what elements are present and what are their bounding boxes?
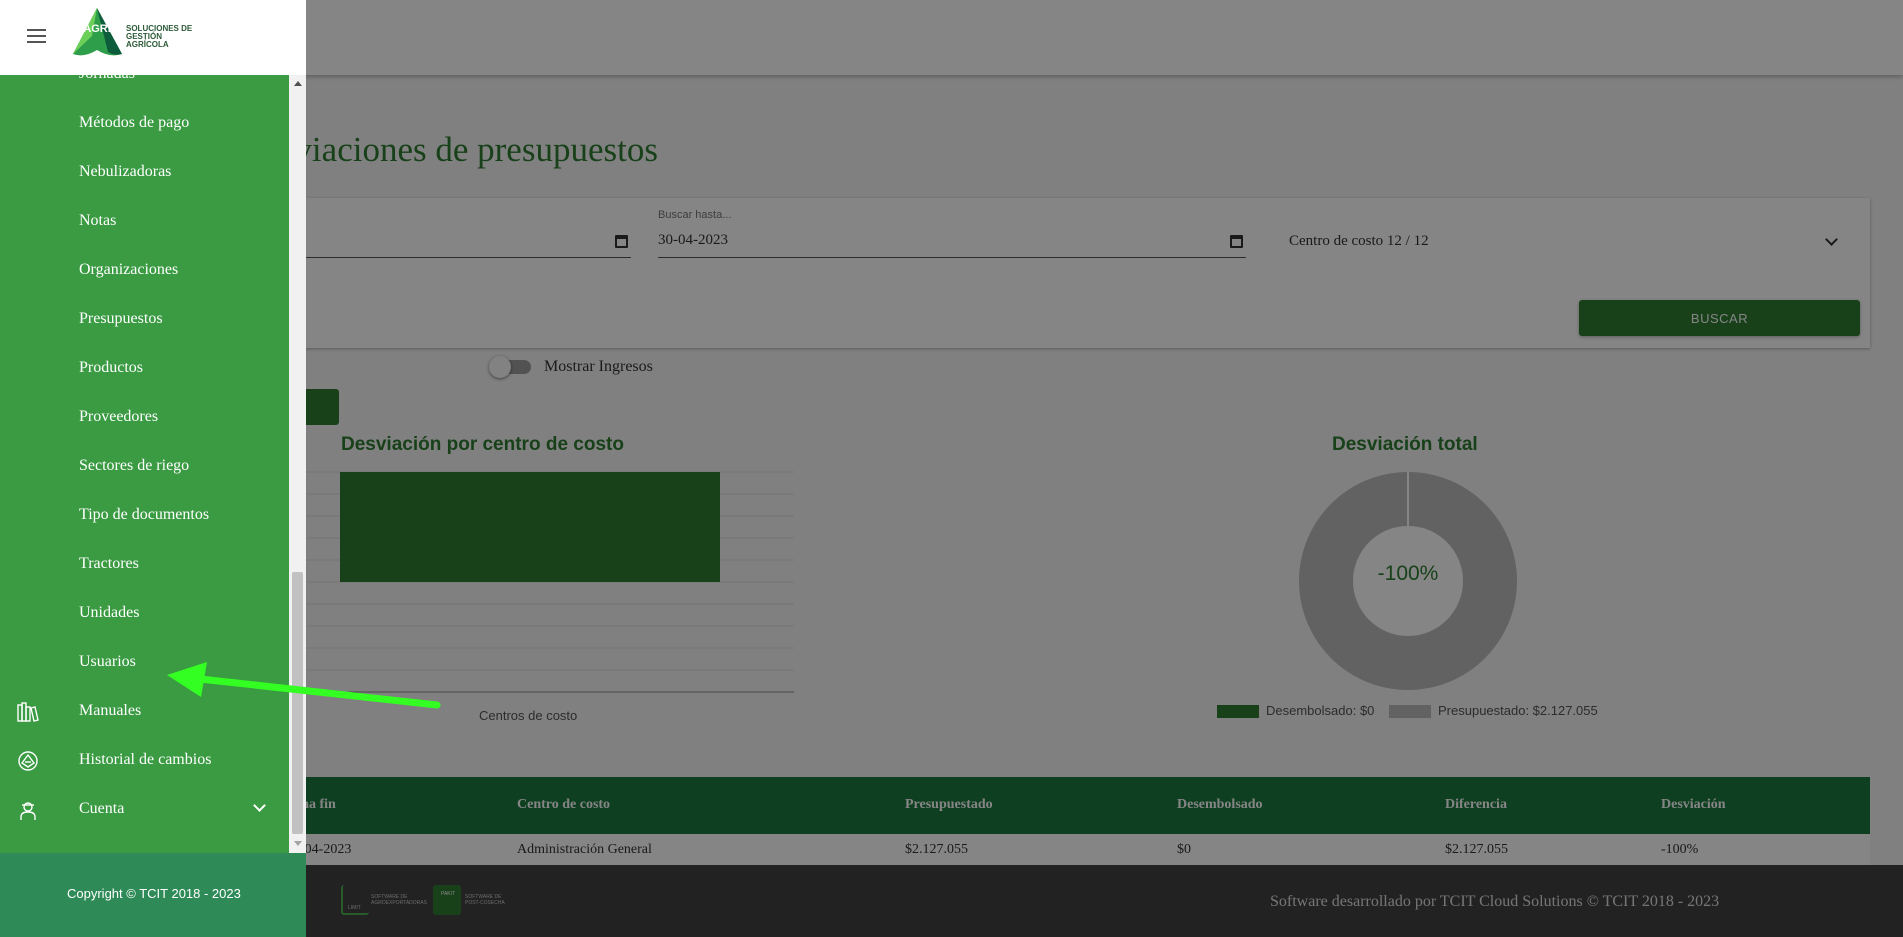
logo-mark-text: AGRI xyxy=(83,23,111,35)
sidebar-item-productos[interactable]: Productos xyxy=(0,345,289,394)
sidebar-item-unidades[interactable]: Unidades xyxy=(0,590,289,639)
sidebar-item-label: Unidades xyxy=(79,604,140,621)
sidebar-item-manuales[interactable]: Manuales xyxy=(0,688,289,737)
drawer-scrollbar[interactable] xyxy=(289,75,306,853)
sidebar-item-label: Proveedores xyxy=(79,408,159,425)
sidebar-item-label: Nebulizadoras xyxy=(79,163,172,180)
logo-text: SOLUCIONES DE GESTIÓN AGRÍCOLA xyxy=(126,24,193,49)
sidebar-item-usuarios[interactable]: Usuarios xyxy=(0,639,289,688)
drawer-copyright: Copyright © TCIT 2018 - 2023 xyxy=(67,886,241,901)
sidebar-item-presupuestos[interactable]: Presupuestos xyxy=(0,296,289,345)
agri-logo: AGRI xyxy=(73,8,122,56)
sidebar-item-historial-de-cambios[interactable]: Historial de cambios xyxy=(0,737,289,786)
sidebar-item-cuenta[interactable]: Cuenta xyxy=(0,786,289,835)
sidebar-item-label: Historial de cambios xyxy=(79,751,212,768)
sidebar-item-label: Usuarios xyxy=(79,653,136,670)
sidebar-item-tractores[interactable]: Tractores xyxy=(0,541,289,590)
sidebar-item-sectores-de-riego[interactable]: Sectores de riego xyxy=(0,443,289,492)
navigation-drawer: AGRI SOLUCIONES DE GESTIÓN AGRÍCOLA Jorn… xyxy=(0,0,306,937)
sidebar-item-label: Presupuestos xyxy=(79,310,163,327)
menu-icon[interactable] xyxy=(27,29,46,43)
sidebar-item-organizaciones[interactable]: Organizaciones xyxy=(0,247,289,296)
books-icon xyxy=(17,702,39,722)
sidebar-item-label: Cuenta xyxy=(79,800,125,817)
chevron-down-icon[interactable] xyxy=(253,799,266,812)
sidebar-item-jornadas[interactable]: Jornadas xyxy=(0,75,289,100)
drawer-footer: Copyright © TCIT 2018 - 2023 xyxy=(0,853,306,937)
sidebar-item-tipo-de-documentos[interactable]: Tipo de documentos xyxy=(0,492,289,541)
sidebar-item-label: Sectores de riego xyxy=(79,457,190,474)
drawer-menu: Jornadas Métodos de pago Nebulizadoras N… xyxy=(0,75,289,853)
scroll-thumb[interactable] xyxy=(292,572,303,834)
account-icon xyxy=(20,802,36,820)
drawer-header: AGRI SOLUCIONES DE GESTIÓN AGRÍCOLA xyxy=(0,0,306,75)
sidebar-item-label: Tipo de documentos xyxy=(79,506,210,523)
sidebar-item-label: Productos xyxy=(79,359,143,376)
sidebar-item-label: Tractores xyxy=(79,555,139,572)
history-icon xyxy=(18,751,38,771)
sidebar-item-label: Notas xyxy=(79,212,117,229)
sidebar-item-label: Jornadas xyxy=(79,75,135,83)
scroll-up-icon[interactable] xyxy=(294,81,302,86)
scroll-down-icon[interactable] xyxy=(294,841,302,846)
sidebar-item-proveedores[interactable]: Proveedores xyxy=(0,394,289,443)
sidebar-item-label: Manuales xyxy=(79,702,142,719)
sidebar-item-label: Organizaciones xyxy=(79,261,179,278)
sidebar-item-label: Métodos de pago xyxy=(79,114,190,131)
sidebar-item-nebulizadoras[interactable]: Nebulizadoras xyxy=(0,149,289,198)
sidebar-item-notas[interactable]: Notas xyxy=(0,198,289,247)
sidebar-item-metodos-de-pago[interactable]: Métodos de pago xyxy=(0,100,289,149)
